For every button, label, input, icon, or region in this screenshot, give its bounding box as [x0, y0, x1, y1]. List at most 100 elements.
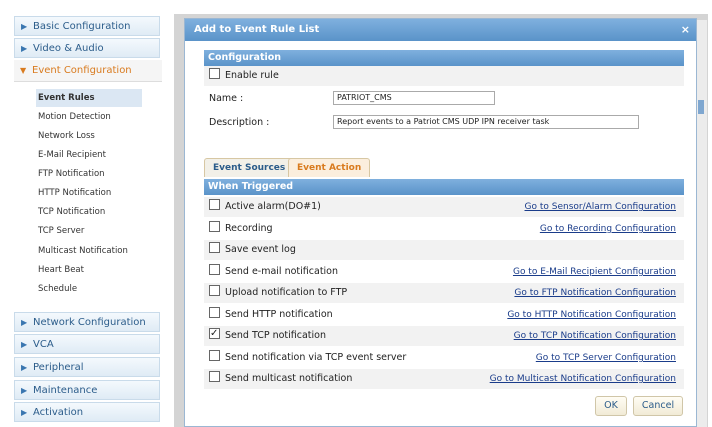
trigger-row: Recording Go to Recording Configuration [204, 219, 684, 239]
trigger-label: Send e-mail notification [225, 266, 339, 277]
enable-rule-row: Enable rule [204, 66, 684, 86]
dialog-title-bar: Add to Event Rule List × [185, 19, 696, 41]
nav-label: Activation [33, 407, 84, 418]
nav-peripheral[interactable]: ▶ Peripheral [14, 357, 160, 377]
chevron-down-icon: ▼ [20, 66, 27, 75]
trigger-row: Send e-mail notification Go to E-Mail Re… [204, 262, 684, 282]
send-email-checkbox[interactable] [209, 264, 220, 275]
name-label: Name : [209, 93, 244, 104]
trigger-row: Send HTTP notification Go to HTTP Notifi… [204, 305, 684, 325]
trigger-row: Save event log [204, 240, 684, 260]
trigger-label: Upload notification to FTP [225, 287, 348, 298]
recording-checkbox[interactable] [209, 221, 220, 232]
ftp-notification-config-link[interactable]: Go to FTP Notification Configuration [514, 283, 676, 303]
sidebar-item-label: Schedule [38, 284, 78, 294]
chevron-right-icon: ▶ [21, 22, 28, 31]
tcp-server-config-link[interactable]: Go to TCP Server Configuration [536, 348, 676, 368]
chevron-right-icon: ▶ [21, 386, 28, 395]
nav-label: Network Configuration [33, 317, 146, 328]
nav-label: Event Configuration [32, 65, 132, 76]
nav-event-configuration[interactable]: ▼ Event Configuration [14, 60, 162, 82]
tab-event-sources[interactable]: Event Sources [204, 158, 295, 177]
trigger-label: Send notification via TCP event server [225, 352, 407, 363]
tcp-event-server-checkbox[interactable] [209, 350, 220, 361]
sidebar-item-label: Heart Beat [38, 265, 84, 275]
http-notification-config-link[interactable]: Go to HTTP Notification Configuration [507, 305, 676, 325]
trigger-label: Send TCP notification [225, 330, 326, 341]
dialog-title: Add to Event Rule List [194, 24, 320, 35]
sidebar-item-ftp-notification[interactable]: FTP Notification [36, 165, 105, 183]
active-alarm-checkbox[interactable] [209, 199, 220, 210]
sidebar-item-schedule[interactable]: Schedule [36, 280, 77, 298]
sidebar-item-tcp-server[interactable]: TCP Server [36, 222, 84, 240]
nav-label: Video & Audio [33, 43, 104, 54]
nav-network-configuration[interactable]: ▶ Network Configuration [14, 312, 160, 332]
trigger-label: Send multicast notification [225, 373, 353, 384]
multicast-notification-config-link[interactable]: Go to Multicast Notification Configurati… [490, 369, 676, 389]
description-label: Description : [209, 117, 270, 128]
sidebar-item-multicast-notification[interactable]: Multicast Notification [36, 242, 128, 260]
send-multicast-checkbox[interactable] [209, 371, 220, 382]
add-event-rule-dialog: Add to Event Rule List × Configuration E… [184, 18, 697, 427]
trigger-label: Save event log [225, 244, 296, 255]
cancel-button[interactable]: Cancel [633, 396, 683, 416]
description-field[interactable]: Report events to a Patriot CMS UDP IPN r… [333, 115, 639, 129]
recording-config-link[interactable]: Go to Recording Configuration [540, 219, 676, 239]
nav-basic-configuration[interactable]: ▶ Basic Configuration [14, 16, 160, 36]
nav-label: Basic Configuration [33, 21, 131, 32]
sidebar-item-email-recipient[interactable]: E-Mail Recipient [36, 146, 106, 164]
nav-label: VCA [33, 339, 54, 350]
sidebar-item-network-loss[interactable]: Network Loss [36, 127, 95, 145]
sidebar-item-label: Motion Detection [38, 112, 111, 122]
nav-vca[interactable]: ▶ VCA [14, 334, 160, 354]
when-triggered-header: When Triggered [204, 179, 684, 195]
trigger-row: Send TCP notification Go to TCP Notifica… [204, 324, 684, 346]
sidebar-item-label: Multicast Notification [38, 246, 128, 256]
sidebar-item-label: Network Loss [38, 131, 95, 141]
sidebar-item-label: Event Rules [38, 93, 95, 103]
close-icon[interactable]: × [681, 19, 690, 41]
tcp-notification-config-link[interactable]: Go to TCP Notification Configuration [514, 326, 676, 346]
sidebar-item-http-notification[interactable]: HTTP Notification [36, 184, 111, 202]
sidebar-item-label: TCP Server [38, 226, 85, 236]
trigger-row: Active alarm(DO#1) Go to Sensor/Alarm Co… [204, 197, 684, 217]
nav-label: Maintenance [33, 385, 98, 396]
sidebar-item-motion-detection[interactable]: Motion Detection [36, 108, 111, 126]
nav-video-audio[interactable]: ▶ Video & Audio [14, 38, 160, 58]
enable-rule-checkbox[interactable] [209, 68, 220, 79]
send-tcp-checkbox[interactable] [209, 324, 220, 344]
tab-event-action[interactable]: Event Action [288, 158, 371, 177]
chevron-right-icon: ▶ [21, 340, 28, 349]
nav-label: Peripheral [33, 362, 84, 373]
page-scrollbar-thumb[interactable] [698, 100, 704, 114]
chevron-right-icon: ▶ [21, 318, 28, 327]
enable-rule-label: Enable rule [225, 70, 279, 81]
ok-button[interactable]: OK [595, 396, 627, 416]
sensor-alarm-config-link[interactable]: Go to Sensor/Alarm Configuration [525, 197, 677, 217]
trigger-row: Send multicast notification Go to Multic… [204, 369, 684, 389]
email-recipient-config-link[interactable]: Go to E-Mail Recipient Configuration [513, 262, 676, 282]
sidebar-item-event-rules[interactable]: Event Rules [36, 89, 142, 107]
nav-maintenance[interactable]: ▶ Maintenance [14, 380, 160, 400]
send-http-checkbox[interactable] [209, 307, 220, 318]
sidebar-item-label: HTTP Notification [38, 188, 112, 198]
page-scrollbar[interactable] [697, 20, 707, 427]
sidebar-item-label: E-Mail Recipient [38, 150, 106, 160]
configuration-header: Configuration [204, 50, 684, 66]
trigger-row: Send notification via TCP event server G… [204, 348, 684, 368]
trigger-label: Active alarm(DO#1) [225, 201, 321, 212]
trigger-row: Upload notification to FTP Go to FTP Not… [204, 283, 684, 303]
save-event-log-checkbox[interactable] [209, 242, 220, 253]
sidebar-item-tcp-notification[interactable]: TCP Notification [36, 203, 105, 221]
trigger-label: Send HTTP notification [225, 309, 333, 320]
chevron-right-icon: ▶ [21, 44, 28, 53]
trigger-label: Recording [225, 223, 273, 234]
sidebar-item-label: TCP Notification [38, 207, 106, 217]
nav-activation[interactable]: ▶ Activation [14, 402, 160, 422]
chevron-right-icon: ▶ [21, 408, 28, 417]
upload-ftp-checkbox[interactable] [209, 285, 220, 296]
sidebar-item-label: FTP Notification [38, 169, 105, 179]
name-field[interactable]: PATRIOT_CMS [333, 91, 495, 105]
sidebar-item-heart-beat[interactable]: Heart Beat [36, 261, 84, 279]
chevron-right-icon: ▶ [21, 363, 28, 372]
